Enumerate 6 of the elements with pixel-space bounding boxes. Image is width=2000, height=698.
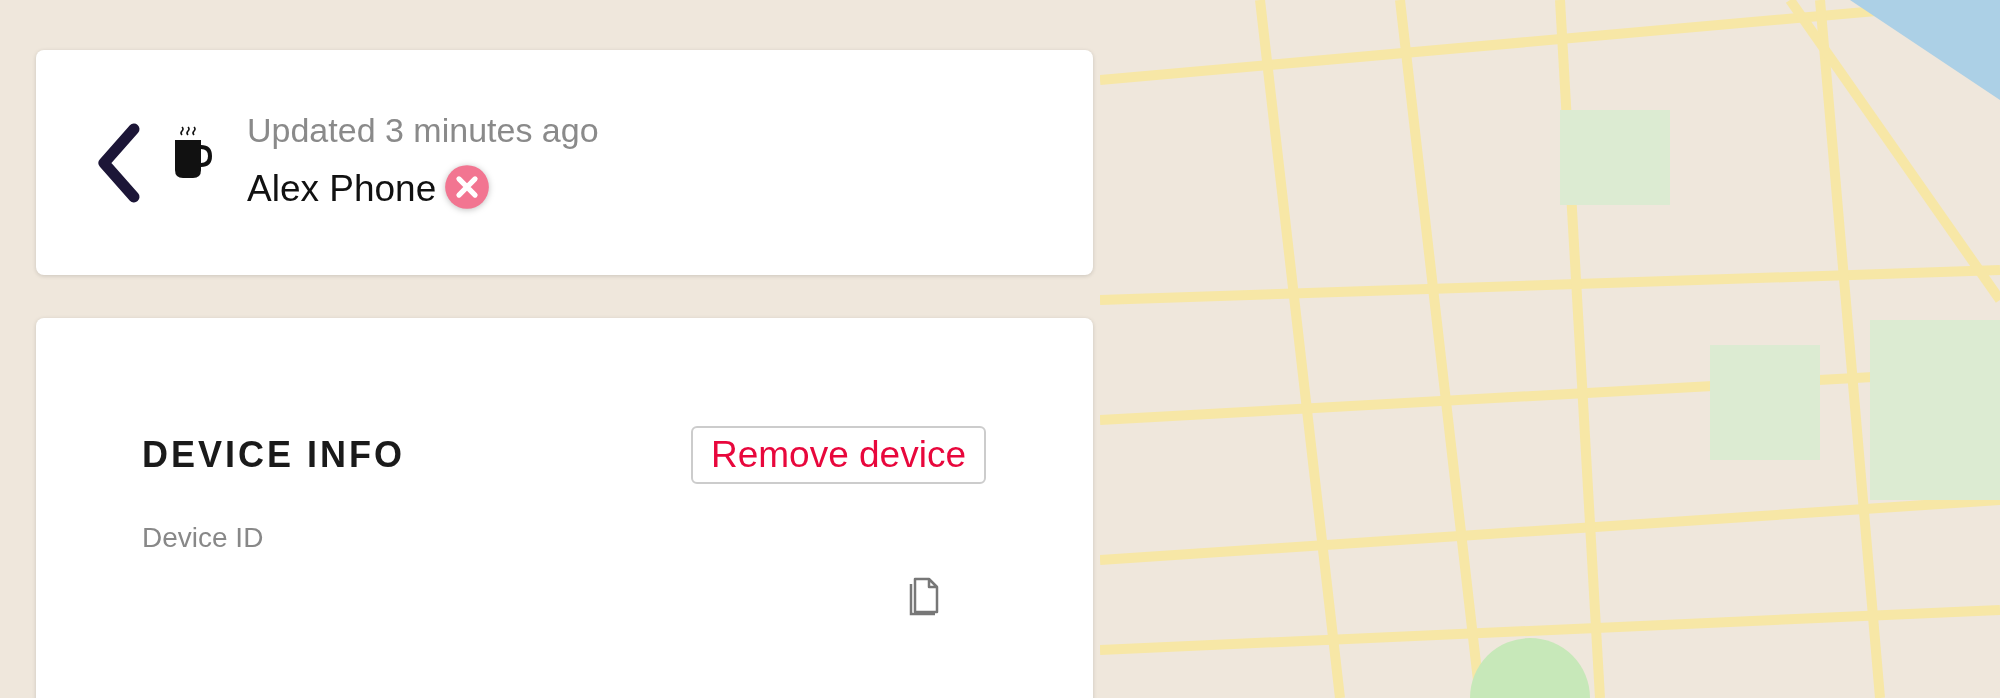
updated-time-text: Updated 3 minutes ago bbox=[247, 111, 599, 150]
field-label: Device ID bbox=[142, 522, 265, 554]
remove-device-button[interactable]: Remove device bbox=[691, 426, 986, 484]
section-title: DEVICE INFO bbox=[142, 434, 406, 476]
mug-icon bbox=[172, 124, 212, 181]
device-name: Alex Phone bbox=[247, 168, 437, 210]
